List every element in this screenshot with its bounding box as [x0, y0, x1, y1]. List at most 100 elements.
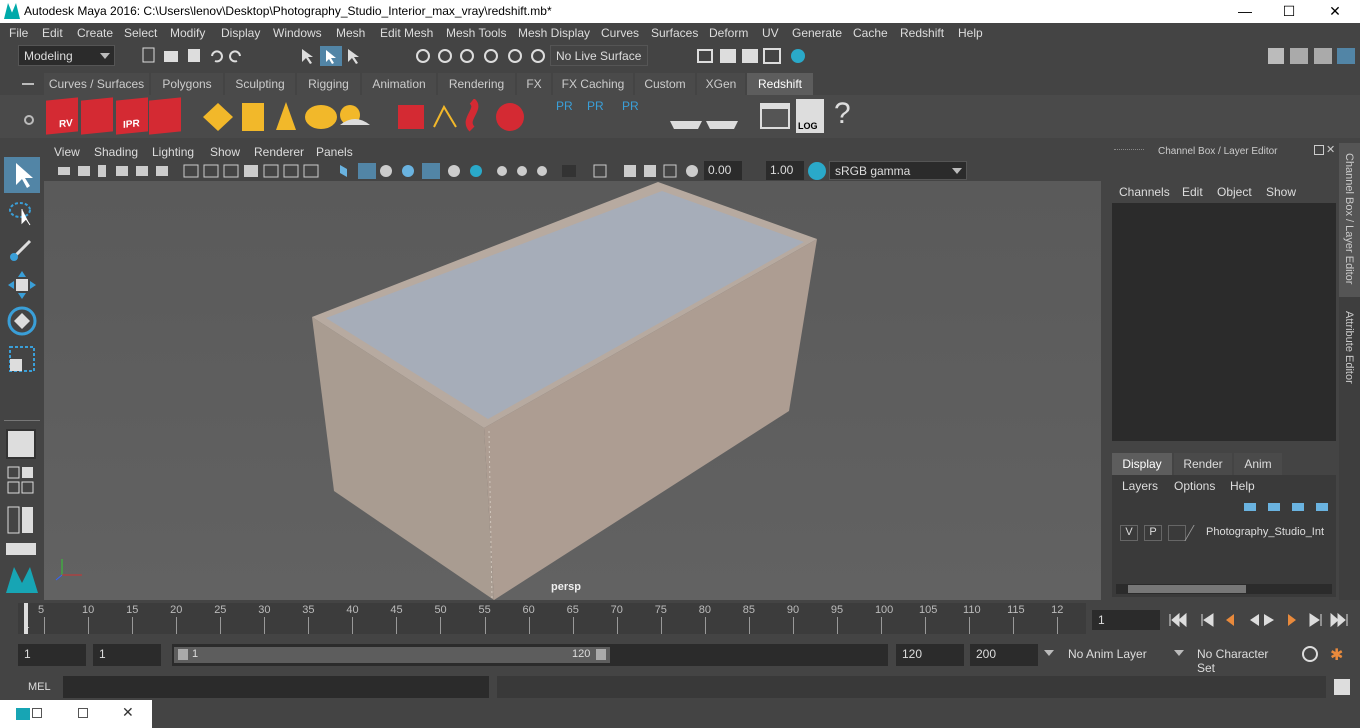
- proxy-swap-icon[interactable]: PR: [622, 99, 640, 131]
- side-tab-channel-box[interactable]: Channel Box / Layer Editor: [1339, 143, 1360, 297]
- chevron-down-icon[interactable]: [1044, 650, 1054, 656]
- layer-color-swatch[interactable]: [1184, 525, 1208, 541]
- tab-curves-surfaces[interactable]: Curves / Surfaces: [44, 73, 149, 95]
- playback-start-field[interactable]: 1: [93, 644, 161, 666]
- render-settings-icon[interactable]: [149, 97, 181, 135]
- vp-menu-panels[interactable]: Panels: [316, 145, 353, 159]
- menu-file[interactable]: File: [9, 26, 28, 40]
- render-view-icon[interactable]: RV: [46, 97, 78, 135]
- close-icon[interactable]: ✕: [122, 704, 134, 721]
- tab-rendering[interactable]: Rendering: [438, 73, 515, 95]
- gamma-field[interactable]: 1.00: [766, 161, 804, 180]
- tab-xgen[interactable]: XGen: [697, 73, 745, 95]
- menu-deform[interactable]: Deform: [709, 26, 748, 40]
- menu-generate[interactable]: Generate: [792, 26, 842, 40]
- auto-key-icon[interactable]: [1302, 646, 1318, 662]
- menu-help[interactable]: Help: [958, 26, 983, 40]
- menu-mesh-display[interactable]: Mesh Display: [518, 26, 590, 40]
- channel-list[interactable]: [1112, 203, 1336, 441]
- menu-modify[interactable]: Modify: [170, 26, 205, 40]
- vp-menu-view[interactable]: View: [54, 145, 80, 159]
- timeline-track[interactable]: 1 5 10 15 20 25 30 35 40 45 50 55 60 65 70 75 80 85 90 95 1…: [18, 603, 1086, 634]
- layer-row[interactable]: V P Photography_Studio_Int: [1116, 523, 1332, 543]
- shelf-menu-icon[interactable]: [22, 83, 34, 85]
- layer-type-toggle[interactable]: [1168, 525, 1186, 541]
- paint-select-tool-icon[interactable]: [6, 233, 38, 265]
- cb-menu-object[interactable]: Object: [1217, 185, 1252, 199]
- layer-action-icons[interactable]: [1242, 500, 1332, 514]
- tab-custom[interactable]: Custom: [635, 73, 695, 95]
- range-end-grip[interactable]: [596, 649, 606, 660]
- select-tool-icon[interactable]: [4, 157, 40, 193]
- outliner-layout-icon[interactable]: [6, 505, 36, 535]
- material-shelf-icons[interactable]: [668, 99, 740, 133]
- single-view-layout-icon[interactable]: [6, 429, 36, 459]
- tab-display[interactable]: Display: [1112, 453, 1172, 475]
- color-management-icon[interactable]: [808, 162, 826, 180]
- tab-rigging[interactable]: Rigging: [297, 73, 360, 95]
- cb-menu-edit[interactable]: Edit: [1182, 185, 1203, 199]
- menu-mesh[interactable]: Mesh: [336, 26, 365, 40]
- menu-edit-mesh[interactable]: Edit Mesh: [380, 26, 433, 40]
- tab-anim[interactable]: Anim: [1234, 453, 1282, 475]
- render-sequence-icon[interactable]: [81, 97, 113, 135]
- render-icons[interactable]: [696, 46, 812, 66]
- script-editor-icon[interactable]: [758, 99, 792, 133]
- le-menu-help[interactable]: Help: [1230, 479, 1255, 493]
- minimized-window[interactable]: ✕: [0, 700, 152, 728]
- mode-dropdown[interactable]: Modeling: [18, 45, 115, 66]
- playback-end-field[interactable]: 120: [896, 644, 964, 666]
- range-start-grip[interactable]: [178, 649, 188, 660]
- tab-render[interactable]: Render: [1174, 453, 1232, 475]
- end-time-field[interactable]: 200: [970, 644, 1038, 666]
- cb-menu-channels[interactable]: Channels: [1119, 185, 1170, 199]
- log-icon[interactable]: LOG: [796, 99, 824, 133]
- command-input[interactable]: [63, 676, 489, 698]
- vp-menu-lighting[interactable]: Lighting: [152, 145, 194, 159]
- menu-surfaces[interactable]: Surfaces: [651, 26, 698, 40]
- chevron-down-icon[interactable]: [1174, 650, 1184, 656]
- tab-redshift[interactable]: Redshift: [747, 73, 813, 95]
- ipr-icon[interactable]: IPR: [116, 97, 148, 135]
- snap-icons[interactable]: [414, 46, 546, 66]
- script-editor-button-icon[interactable]: [1334, 679, 1350, 695]
- character-set-dropdown[interactable]: No Character Set: [1191, 644, 1291, 675]
- scale-tool-icon[interactable]: [6, 343, 38, 375]
- time-slider[interactable]: 1 5 10 15 20 25 30 35 40 45 50 55 60 65 70 75 80 85 90 95 1…: [0, 603, 1360, 636]
- graph-layout-icon[interactable]: [6, 543, 36, 555]
- light-shelf-icons[interactable]: [200, 100, 380, 134]
- menu-create[interactable]: Create: [77, 26, 113, 40]
- menu-redshift[interactable]: Redshift: [900, 26, 944, 40]
- tab-sculpting[interactable]: Sculpting: [225, 73, 295, 95]
- le-menu-options[interactable]: Options: [1174, 479, 1215, 493]
- layer-hscrollbar[interactable]: [1116, 584, 1332, 594]
- menu-mesh-tools[interactable]: Mesh Tools: [446, 26, 506, 40]
- viewport-tool-icons[interactable]: [56, 163, 701, 179]
- scroll-thumb[interactable]: [1128, 585, 1246, 593]
- select-mode-icons[interactable]: [298, 46, 368, 66]
- minimize-button[interactable]: —: [1222, 0, 1268, 23]
- colorspace-dropdown[interactable]: sRGB gamma: [829, 161, 967, 180]
- menu-display[interactable]: Display: [221, 26, 260, 40]
- vp-menu-renderer[interactable]: Renderer: [254, 145, 304, 159]
- start-time-field[interactable]: 1: [18, 644, 86, 666]
- anim-layer-dropdown[interactable]: No Anim Layer: [1062, 644, 1162, 666]
- panel-layout-icons[interactable]: [1266, 45, 1358, 67]
- menu-select[interactable]: Select: [124, 26, 157, 40]
- live-surface-field[interactable]: No Live Surface: [550, 45, 648, 66]
- panel-close-icon[interactable]: ✕: [1326, 143, 1335, 156]
- move-tool-icon[interactable]: [6, 269, 38, 301]
- menu-windows[interactable]: Windows: [273, 26, 322, 40]
- layer-visibility-toggle[interactable]: V: [1120, 525, 1138, 541]
- vp-menu-shading[interactable]: Shading: [94, 145, 138, 159]
- current-frame-field[interactable]: 1: [1092, 610, 1160, 630]
- help-icon[interactable]: ?: [834, 97, 851, 131]
- lasso-tool-icon[interactable]: [6, 197, 38, 229]
- preferences-icon[interactable]: ✱: [1330, 645, 1348, 664]
- le-menu-layers[interactable]: Layers: [1122, 479, 1158, 493]
- range-slider[interactable]: 1 120: [172, 644, 888, 666]
- layer-playback-toggle[interactable]: P: [1144, 525, 1162, 541]
- tab-animation[interactable]: Animation: [362, 73, 436, 95]
- float-icon[interactable]: [1314, 145, 1324, 155]
- maximize-button[interactable]: ☐: [1266, 0, 1312, 23]
